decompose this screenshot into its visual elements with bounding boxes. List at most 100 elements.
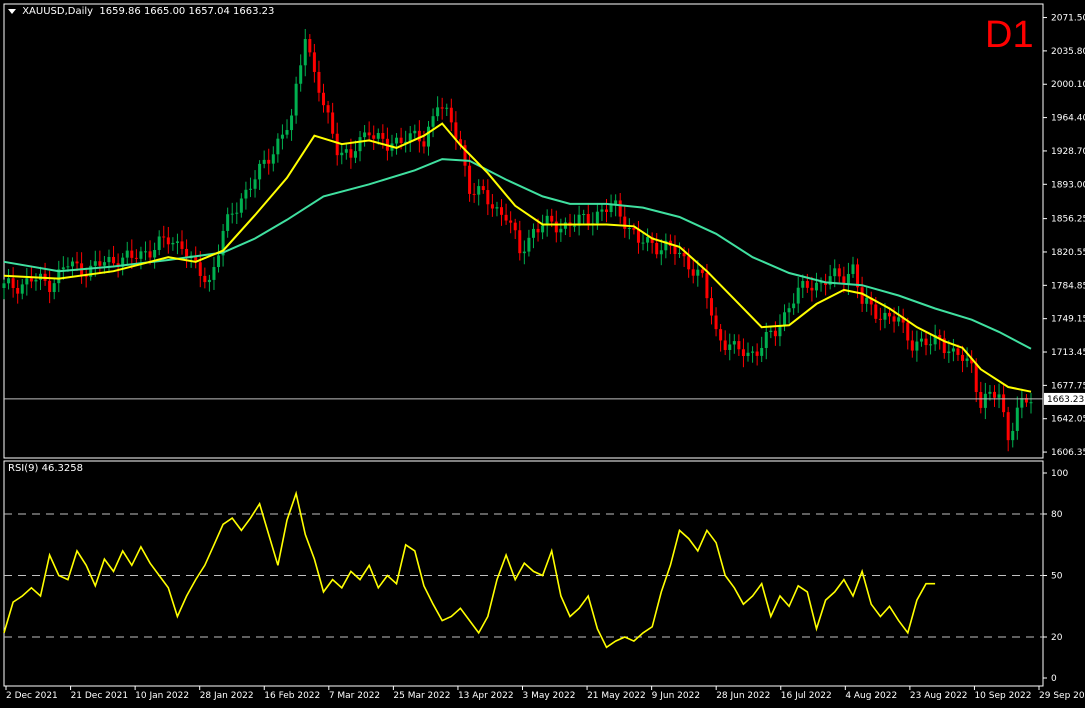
candle-body — [395, 137, 399, 144]
candle-body — [445, 107, 449, 109]
candle-body — [1029, 402, 1033, 404]
candle-body — [358, 137, 362, 152]
candle-body — [988, 391, 992, 394]
candle-body — [897, 317, 901, 322]
candle-body — [983, 393, 987, 408]
date-tick-label: 16 Jul 2022 — [781, 691, 832, 701]
candle-body — [833, 268, 837, 277]
candle-body — [504, 214, 508, 221]
candle-body — [956, 348, 960, 355]
rsi-tick-label: 50 — [1051, 572, 1063, 582]
candle-body — [751, 351, 755, 353]
candle-body — [212, 267, 216, 280]
candle-body — [719, 329, 723, 341]
candle-body — [550, 215, 554, 222]
candle-body — [979, 392, 983, 408]
candle-body — [961, 354, 965, 361]
candle-body — [376, 133, 380, 139]
date-tick-label: 28 Jun 2022 — [716, 691, 770, 701]
candle-body — [226, 214, 230, 231]
candle-body — [618, 200, 622, 217]
price-tick-label: 1893.00 — [1051, 180, 1085, 190]
candle-body — [796, 287, 800, 304]
rsi-tick-label: 80 — [1051, 510, 1063, 520]
candle-body — [344, 149, 348, 153]
candle-body — [860, 287, 864, 304]
candle-body — [303, 39, 307, 66]
candle-body — [965, 358, 969, 361]
candle-body — [600, 209, 604, 212]
candle-body — [267, 159, 271, 164]
candle-body — [874, 304, 878, 319]
candle-body — [399, 137, 403, 144]
candle-body — [582, 214, 586, 216]
price-tick-label: 1677.75 — [1051, 381, 1085, 391]
candle-body — [280, 134, 284, 139]
candle-body — [714, 315, 718, 330]
candle-body — [367, 132, 371, 136]
rsi-panel[interactable] — [3, 460, 1044, 687]
candle-body — [486, 190, 490, 205]
candle-body — [317, 71, 321, 93]
candle-body — [335, 133, 339, 156]
candle-body — [865, 297, 869, 304]
candle-body — [490, 204, 494, 209]
candle-body — [235, 212, 239, 214]
date-tick-label: 9 Jun 2022 — [652, 691, 700, 701]
candle-body — [1002, 394, 1006, 413]
candle-body — [75, 261, 79, 264]
symbol-label: XAUUSD,Daily — [22, 6, 94, 17]
candle-body — [7, 278, 11, 284]
candle-body — [363, 132, 367, 138]
candle-body — [792, 303, 796, 309]
candle-body — [755, 351, 759, 356]
candle-body — [1006, 412, 1010, 441]
candle-body — [16, 287, 20, 294]
candle-body — [481, 186, 485, 191]
rsi-line — [3, 490, 936, 649]
candle-body — [440, 107, 444, 109]
candle-body — [171, 242, 175, 245]
candle-body — [107, 256, 111, 263]
candle-body — [472, 193, 476, 195]
candle-body — [746, 352, 750, 357]
candle-body — [422, 141, 426, 147]
rsi-tick-label: 0 — [1051, 674, 1057, 684]
price-tick-label: 1749.15 — [1051, 315, 1085, 325]
dropdown-arrow-icon[interactable] — [8, 8, 16, 14]
candle-body — [61, 267, 65, 270]
date-tick-label: 10 Jan 2022 — [135, 691, 189, 701]
candle-body — [139, 251, 143, 259]
chart-header[interactable]: XAUUSD,Daily 1659.86 1665.00 1657.04 166… — [8, 6, 274, 17]
candle-body — [687, 256, 691, 270]
candle-body — [646, 237, 650, 243]
ma-fast-line — [3, 122, 1032, 393]
price-tick-label: 1606.35 — [1051, 448, 1085, 458]
candle-body — [783, 312, 787, 326]
candle-body — [728, 344, 732, 350]
rsi-tick-label: 20 — [1051, 633, 1063, 643]
price-tick-label: 1784.85 — [1051, 281, 1085, 291]
date-tick-label: 16 Feb 2022 — [264, 691, 320, 701]
date-tick-label: 3 May 2022 — [523, 691, 576, 701]
candle-body — [801, 281, 805, 288]
price-panel[interactable] — [3, 3, 1044, 459]
candle-body — [929, 344, 933, 346]
candle-body — [349, 149, 353, 158]
candle-body — [70, 261, 74, 267]
candle-body — [888, 312, 892, 317]
price-tick-label: 2035.80 — [1051, 47, 1085, 57]
candle-body — [892, 316, 896, 322]
candle-body — [312, 52, 316, 72]
rsi-series-line — [3, 490, 936, 649]
candle-body — [559, 228, 563, 233]
candle-body — [678, 252, 682, 255]
candle-body — [623, 216, 627, 229]
candle-body — [253, 179, 257, 189]
candle-body — [878, 318, 882, 320]
candle-body — [682, 252, 686, 257]
rsi-panel-border — [3, 460, 1044, 687]
candle-body — [1011, 430, 1015, 441]
candle-body — [477, 186, 481, 195]
candle-body — [248, 188, 252, 190]
